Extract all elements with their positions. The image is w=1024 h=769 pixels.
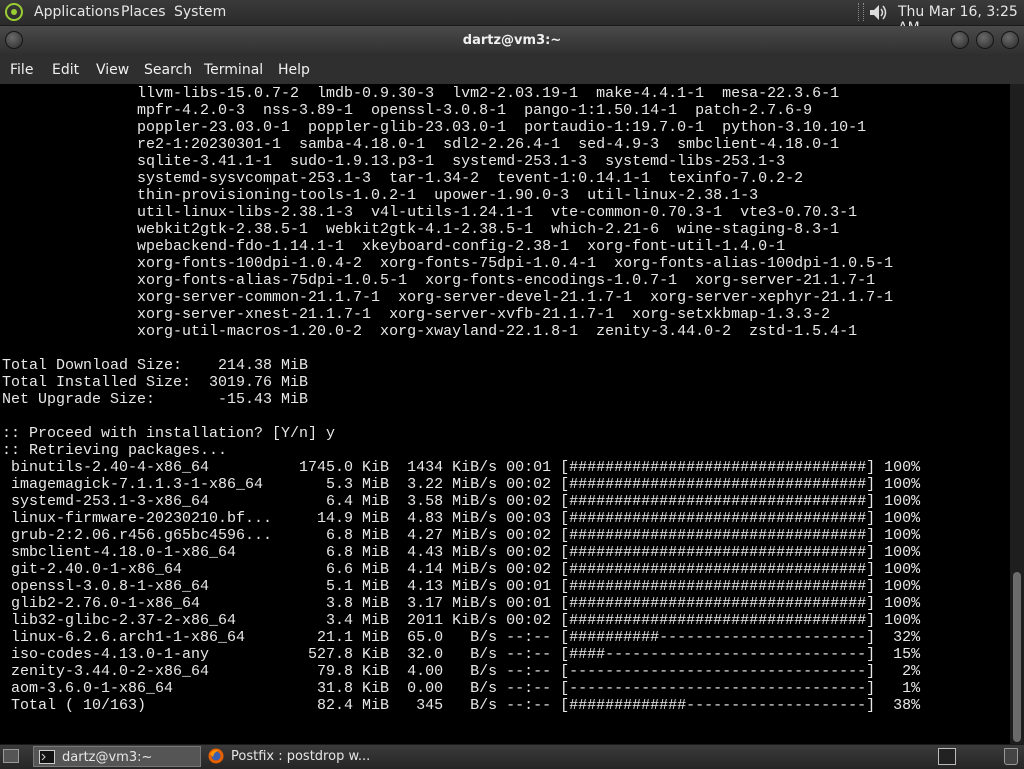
- taskbar-label: dartz@vm3:~: [62, 750, 153, 765]
- terminal-icon[interactable]: [938, 748, 956, 765]
- menu-view[interactable]: View: [96, 62, 129, 78]
- distro-logo-icon[interactable]: [5, 3, 23, 21]
- minimize-button[interactable]: [951, 31, 969, 49]
- menu-file[interactable]: File: [10, 62, 33, 78]
- menu-edit[interactable]: Edit: [52, 62, 79, 78]
- taskbar-item-terminal[interactable]: dartz@vm3:~: [33, 746, 201, 767]
- scrollbar-thumb[interactable]: [1013, 572, 1021, 742]
- maximize-button[interactable]: [976, 31, 994, 49]
- speaker-icon[interactable]: [868, 3, 888, 22]
- terminal-text: llvm-libs-15.0.7-2 lmdb-0.9.30-3 lvm2-2.…: [2, 85, 921, 714]
- terminal-scrollbar[interactable]: [1010, 84, 1024, 744]
- menu-terminal[interactable]: Terminal: [204, 62, 263, 78]
- firefox-icon: [208, 748, 224, 764]
- show-desktop-icon[interactable]: [3, 749, 19, 763]
- trash-icon[interactable]: [1004, 748, 1018, 765]
- window-titlebar[interactable]: dartz@vm3:~: [0, 26, 1024, 56]
- menu-applications[interactable]: Applications: [34, 4, 120, 20]
- bottom-panel: dartz@vm3:~ Postfix : postdrop w...: [0, 744, 1024, 769]
- menubar: File Edit View Search Terminal Help: [0, 56, 1024, 84]
- window-title: dartz@vm3:~: [462, 33, 562, 48]
- menu-help[interactable]: Help: [278, 62, 310, 78]
- top-panel: Applications Places System Thu Mar 16, 3…: [0, 0, 1024, 36]
- taskbar-label: Postfix : postdrop w...: [231, 749, 371, 764]
- taskbar-item-firefox[interactable]: Postfix : postdrop w...: [203, 746, 443, 767]
- menu-search[interactable]: Search: [144, 62, 192, 78]
- terminal-icon: [39, 750, 55, 764]
- close-button[interactable]: [1001, 31, 1019, 49]
- panel-separator: [858, 3, 864, 21]
- menu-places[interactable]: Places: [121, 4, 166, 20]
- terminal-output[interactable]: llvm-libs-15.0.7-2 lmdb-0.9.30-3 lvm2-2.…: [0, 84, 1010, 744]
- menu-system[interactable]: System: [174, 4, 226, 20]
